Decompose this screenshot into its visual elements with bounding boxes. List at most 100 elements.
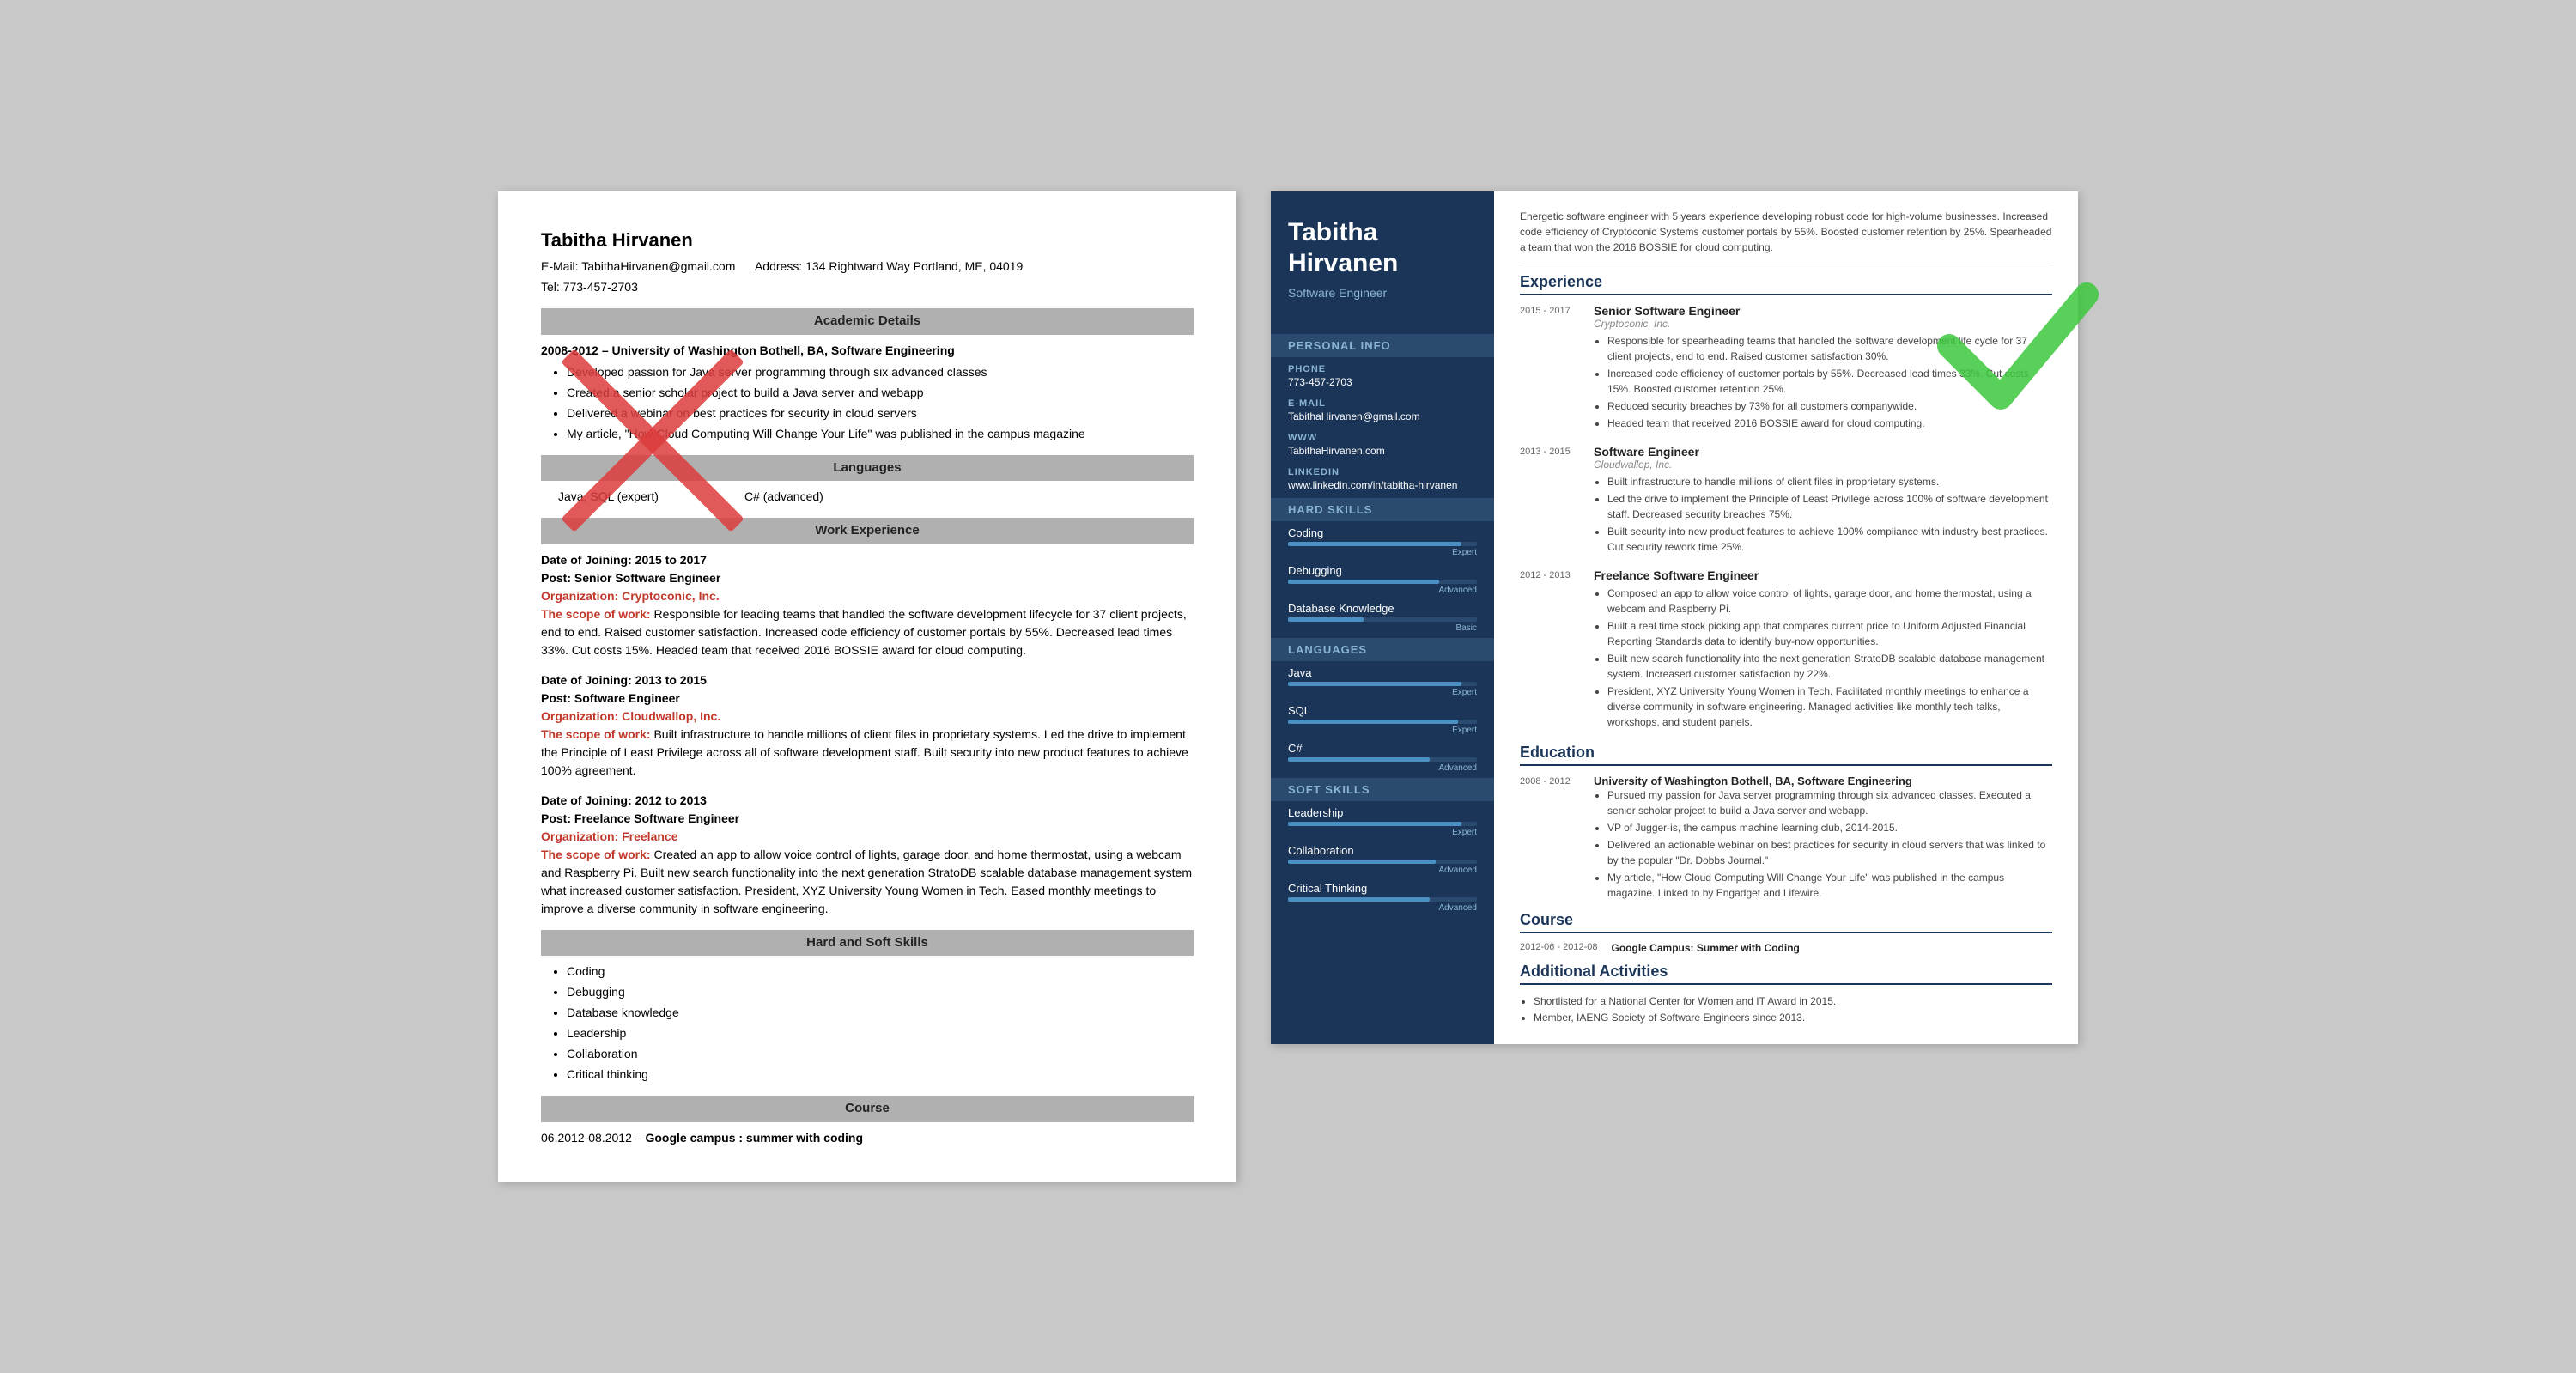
soft-skill-collaboration: Collaboration Advanced [1271,839,1494,877]
course-entry: 06.2012-08.2012 – Google campus : summer… [541,1129,1194,1147]
work-org-2: Organization: Cloudwallop, Inc. [541,708,1194,726]
soft-skill-critical-thinking: Critical Thinking Advanced [1271,877,1494,914]
course-entry-text: 06.2012-08.2012 – Google campus : summer… [541,1131,863,1145]
exp-1-bullet-2: Increased code efficiency of customer po… [1607,366,2052,397]
soft-skill-leadership: Leadership Expert [1271,801,1494,839]
linkedin-value: www.linkedin.com/in/tabitha-hirvanen [1288,479,1477,491]
exp-entry-2: 2013 - 2015 Software Engineer Cloudwallo… [1520,445,2052,556]
academic-bullet-1: Developed passion for Java server progra… [567,363,1194,381]
course-section-bar: Course [541,1096,1194,1122]
left-tel: Tel: 773-457-2703 [541,278,1194,296]
academic-bullet-2: Created a senior scholar project to buil… [567,384,1194,402]
work-post-2: Post: Software Engineer [541,690,1194,708]
phone-value: 773-457-2703 [1288,376,1477,388]
right-main: Energetic software engineer with 5 years… [1494,191,2078,1043]
email-item: E-mail TabithaHirvanen@gmail.com [1271,392,1494,426]
course-dates-1: 2012-06 - 2012-08 [1520,942,1598,954]
lang-csharp: C# Advanced [1271,737,1494,775]
skill-2: Debugging [567,983,1194,1001]
edu-1-bullet-2: VP of Jugger-is, the campus machine lear… [1607,820,2052,835]
addl-bullet-2: Member, IAENG Society of Software Engine… [1534,1010,2052,1026]
hard-skill-database: Database Knowledge Basic [1271,597,1494,635]
phone-item: Phone 773-457-2703 [1271,357,1494,392]
email-value: TabithaHirvanen@gmail.com [1288,410,1477,422]
addl-activities: Shortlisted for a National Center for Wo… [1520,993,2052,1026]
linkedin-item: LinkedIn www.linkedin.com/in/tabitha-hir… [1271,460,1494,495]
edu-title-1: University of Washington Bothell, BA, So… [1594,775,2052,787]
www-value: TabithaHirvanen.com [1288,445,1477,457]
exp-2-bullet-3: Built security into new product features… [1607,524,2052,555]
personal-info-section: Personal Info [1271,334,1494,357]
exp-dates-1: 2015 - 2017 [1520,304,1580,433]
edu-dates-1: 2008 - 2012 [1520,775,1580,902]
course-name-1: Google Campus: Summer with Coding [1612,942,1800,954]
right-sidebar: Tabitha Hirvanen Software Engineer Perso… [1271,191,1494,1043]
soft-skills-section: Soft Skills [1271,778,1494,801]
www-label: WWW [1288,433,1477,443]
exp-dates-2: 2013 - 2015 [1520,445,1580,556]
email-label: E-mail [1288,398,1477,409]
exp-title-3: Freelance Software Engineer [1594,568,2052,582]
left-email: E-Mail: TabithaHirvanen@gmail.com Addres… [541,258,1194,276]
work-org-1: Organization: Cryptoconic, Inc. [541,587,1194,605]
work-date-3: Date of Joining: 2012 to 2013 [541,792,1194,810]
exp-2-bullet-2: Led the drive to implement the Principle… [1607,491,2052,522]
experience-section-title: Experience [1520,273,2052,295]
email-value: TabithaHirvanen@gmail.com [581,259,735,273]
work-date-1-text: Date of Joining: 2015 to 2017 [541,553,707,567]
course-entry-1: 2012-06 - 2012-08 Google Campus: Summer … [1520,942,2052,954]
exp-3-bullet-3: Built new search functionality into the … [1607,651,2052,682]
work-scope-2: The scope of work: Built infrastructure … [541,726,1194,780]
resume-left: Tabitha Hirvanen E-Mail: TabithaHirvanen… [498,191,1236,1182]
lang1: Java, SQL (expert) [558,488,659,506]
addl-section-title: Additional Activities [1520,963,2052,985]
tel-value: 773-457-2703 [563,280,638,294]
exp-1-bullet-4: Headed team that received 2016 BOSSIE aw… [1607,416,2052,431]
academic-entry: 2008-2012 – University of Washington Bot… [541,342,1194,360]
languages-section-bar: Languages [541,455,1194,482]
academic-bullet-3: Delivered a webinar on best practices fo… [567,404,1194,422]
skill-6: Critical thinking [567,1066,1194,1084]
work-scope-1: The scope of work: Responsible for leadi… [541,605,1194,659]
exp-org-2: Cloudwallop, Inc. [1594,459,2052,471]
work-post-3: Post: Freelance Software Engineer [541,810,1194,828]
exp-3-bullet-1: Composed an app to allow voice control o… [1607,586,2052,617]
email-label: E-Mail: [541,259,579,273]
tel-label: Tel: [541,280,560,294]
skills-bullets: Coding Debugging Database knowledge Lead… [567,963,1194,1084]
page-container: Tabitha Hirvanen E-Mail: TabithaHirvanen… [34,191,2542,1182]
exp-content-1: Senior Software Engineer Cryptoconic, In… [1594,304,2052,433]
exp-title-1: Senior Software Engineer [1594,304,2052,318]
skill-1: Coding [567,963,1194,981]
academic-bullets: Developed passion for Java server progra… [567,363,1194,443]
edu-1-bullet-1: Pursued my passion for Java server progr… [1607,787,2052,818]
sidebar-header: Tabitha Hirvanen Software Engineer [1271,191,1494,331]
exp-title-2: Software Engineer [1594,445,2052,459]
www-item: WWW TabithaHirvanen.com [1271,426,1494,460]
exp-3-bullet-2: Built a real time stock picking app that… [1607,618,2052,649]
exp-3-bullet-4: President, XYZ University Young Women in… [1607,683,2052,730]
lang2: C# (advanced) [744,488,823,506]
exp-content-2: Software Engineer Cloudwallop, Inc. Buil… [1594,445,2052,556]
hard-skill-coding: Coding Expert [1271,521,1494,559]
exp-entry-1: 2015 - 2017 Senior Software Engineer Cry… [1520,304,2052,433]
work-post-1: Post: Senior Software Engineer [541,569,1194,587]
skill-3: Database knowledge [567,1004,1194,1022]
work-section-bar: Work Experience [541,518,1194,544]
address-value: 134 Rightward Way Portland, ME, 04019 [805,259,1023,273]
exp-entry-3: 2012 - 2013 Freelance Software Engineer … [1520,568,2052,732]
sidebar-title: Software Engineer [1288,286,1477,300]
skill-5: Collaboration [567,1045,1194,1063]
exp-2-bullet-1: Built infrastructure to handle millions … [1607,474,2052,489]
address-label: Address: [755,259,802,273]
work-scope-3: The scope of work: Created an app to all… [541,846,1194,918]
edu-entry-1: 2008 - 2012 University of Washington Bot… [1520,775,2052,902]
exp-content-3: Freelance Software Engineer Composed an … [1594,568,2052,732]
sidebar-name: Tabitha Hirvanen [1288,217,1477,279]
work-entry-3: Date of Joining: 2012 to 2013 Post: Free… [541,792,1194,918]
languages-section: Languages [1271,638,1494,661]
education-section-title: Education [1520,744,2052,766]
academic-entry-text: 2008-2012 – University of Washington Bot… [541,343,955,357]
right-summary: Energetic software engineer with 5 years… [1520,209,2052,264]
resume-right: Tabitha Hirvanen Software Engineer Perso… [1271,191,2078,1043]
